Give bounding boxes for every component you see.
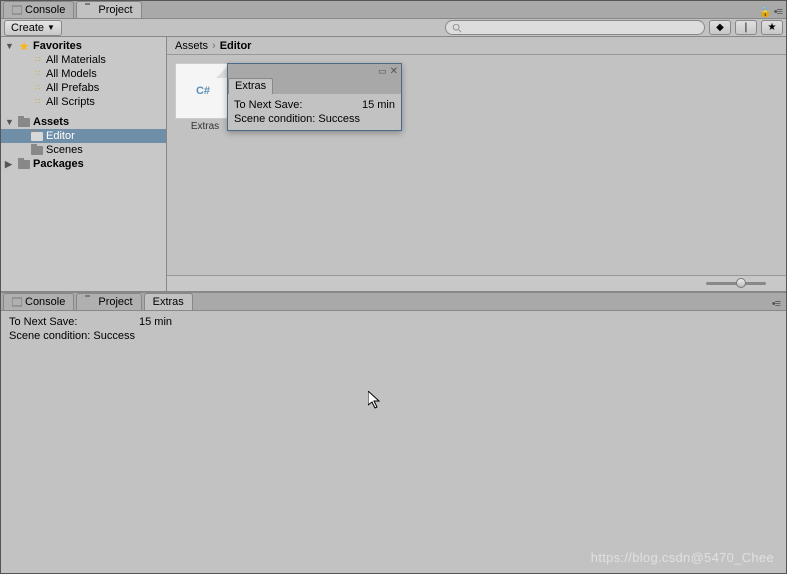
extras-panel-body: To Next Save:15 min Scene condition: Suc… [1, 311, 786, 573]
assets-item-editor[interactable]: Editor [1, 129, 166, 143]
fav-item-scripts[interactable]: ∷All Scripts [1, 95, 166, 109]
asset-footer [167, 275, 786, 291]
lock-icon[interactable]: 🔒 [759, 7, 771, 18]
bottom-tab-bar: Console Project Extras •≡ [1, 293, 786, 311]
main-split: ▼ ★ Favorites ∷All Materials ∷All Models… [1, 37, 786, 291]
search-filter-icon: ∷ [31, 97, 43, 107]
slider-thumb[interactable] [736, 278, 746, 288]
panel-menu-icon[interactable]: •≡ [774, 6, 782, 18]
create-button[interactable]: Create ▼ [4, 20, 62, 36]
folder-icon [85, 5, 95, 15]
asset-grid[interactable]: C# Extras ▭ ✕ Extras To Next Save:15 min… [167, 55, 786, 275]
fav-item-materials[interactable]: ∷All Materials [1, 53, 166, 67]
chevron-right-icon: › [212, 40, 216, 52]
star-icon: ★ [18, 41, 30, 51]
bottom-panel: Console Project Extras •≡ To Next Save:1… [1, 291, 786, 573]
tab-console[interactable]: Console [3, 1, 74, 18]
project-toolbar: Create ▼ ◆ ❘ ★ [1, 19, 786, 37]
folder-icon [85, 297, 95, 307]
search-icon [452, 23, 462, 33]
btab-project[interactable]: Project [76, 293, 141, 310]
favorites-header[interactable]: ▼ ★ Favorites [1, 39, 166, 53]
window-titlebar[interactable]: ▭ ✕ [228, 64, 401, 78]
packages-header[interactable]: ▶ Packages [1, 157, 166, 171]
chevron-down-icon: ▼ [47, 23, 55, 32]
assets-label: Assets [33, 116, 69, 128]
breadcrumb-root[interactable]: Assets [175, 40, 208, 52]
search-filter-icon: ∷ [31, 55, 43, 65]
breadcrumb-current: Editor [220, 40, 252, 52]
top-tab-bar: Console Project 🔒 •≡ [1, 1, 786, 19]
row-scene-condition: Scene condition: Success [9, 329, 778, 343]
btab-extras[interactable]: Extras [144, 293, 193, 310]
search-filter-icon: ∷ [31, 69, 43, 79]
search-input[interactable] [445, 20, 705, 35]
watermark: https://blog.csdn@5470_Chee [591, 550, 774, 565]
panel-menu-icon[interactable]: •≡ [772, 298, 780, 310]
close-icon[interactable]: ✕ [390, 66, 398, 77]
row-scene-condition: Scene condition: Success [234, 112, 395, 126]
window-body: To Next Save:15 min Scene condition: Suc… [228, 94, 401, 130]
filter-button-2[interactable]: ❘ [735, 20, 757, 35]
fav-item-models[interactable]: ∷All Models [1, 67, 166, 81]
console-icon [12, 297, 22, 307]
filter-button-1[interactable]: ◆ [709, 20, 731, 35]
folder-icon [18, 159, 30, 169]
folder-icon [31, 145, 43, 155]
favorite-button[interactable]: ★ [761, 20, 783, 35]
assets-header[interactable]: ▼ Assets [1, 115, 166, 129]
assets-item-scenes[interactable]: Scenes [1, 143, 166, 157]
fav-item-prefabs[interactable]: ∷All Prefabs [1, 81, 166, 95]
folder-icon [18, 117, 30, 127]
search-filter-icon: ∷ [31, 83, 43, 93]
window-menu-icon[interactable]: ▭ [378, 66, 387, 77]
tab-project-label: Project [98, 4, 132, 16]
window-tab-bar: Extras [228, 78, 401, 94]
btab-console[interactable]: Console [3, 293, 74, 310]
project-tree: ▼ ★ Favorites ∷All Materials ∷All Models… [1, 37, 167, 291]
extras-window[interactable]: ▭ ✕ Extras To Next Save:15 min Scene con… [227, 63, 402, 131]
asset-label: Extras [175, 121, 235, 132]
row-next-save: To Next Save:15 min [234, 98, 395, 112]
asset-item-extras[interactable]: C# Extras [175, 63, 235, 132]
expand-icon[interactable]: ▼ [5, 117, 15, 127]
csharp-script-icon: C# [175, 63, 231, 119]
favorites-label: Favorites [33, 40, 82, 52]
breadcrumb: Assets › Editor [167, 37, 786, 55]
content-panel: Assets › Editor C# Extras ▭ ✕ Extras To … [167, 37, 786, 291]
zoom-slider[interactable] [706, 282, 766, 285]
tab-console-label: Console [25, 4, 65, 16]
expand-icon[interactable]: ▶ [5, 159, 15, 170]
folder-icon [31, 131, 43, 141]
expand-icon[interactable]: ▼ [5, 41, 15, 51]
tab-project[interactable]: Project [76, 1, 141, 18]
console-icon [12, 5, 22, 15]
create-button-label: Create [11, 22, 44, 34]
packages-label: Packages [33, 158, 84, 170]
row-next-save: To Next Save:15 min [9, 315, 778, 329]
window-tab-extras[interactable]: Extras [228, 78, 273, 94]
